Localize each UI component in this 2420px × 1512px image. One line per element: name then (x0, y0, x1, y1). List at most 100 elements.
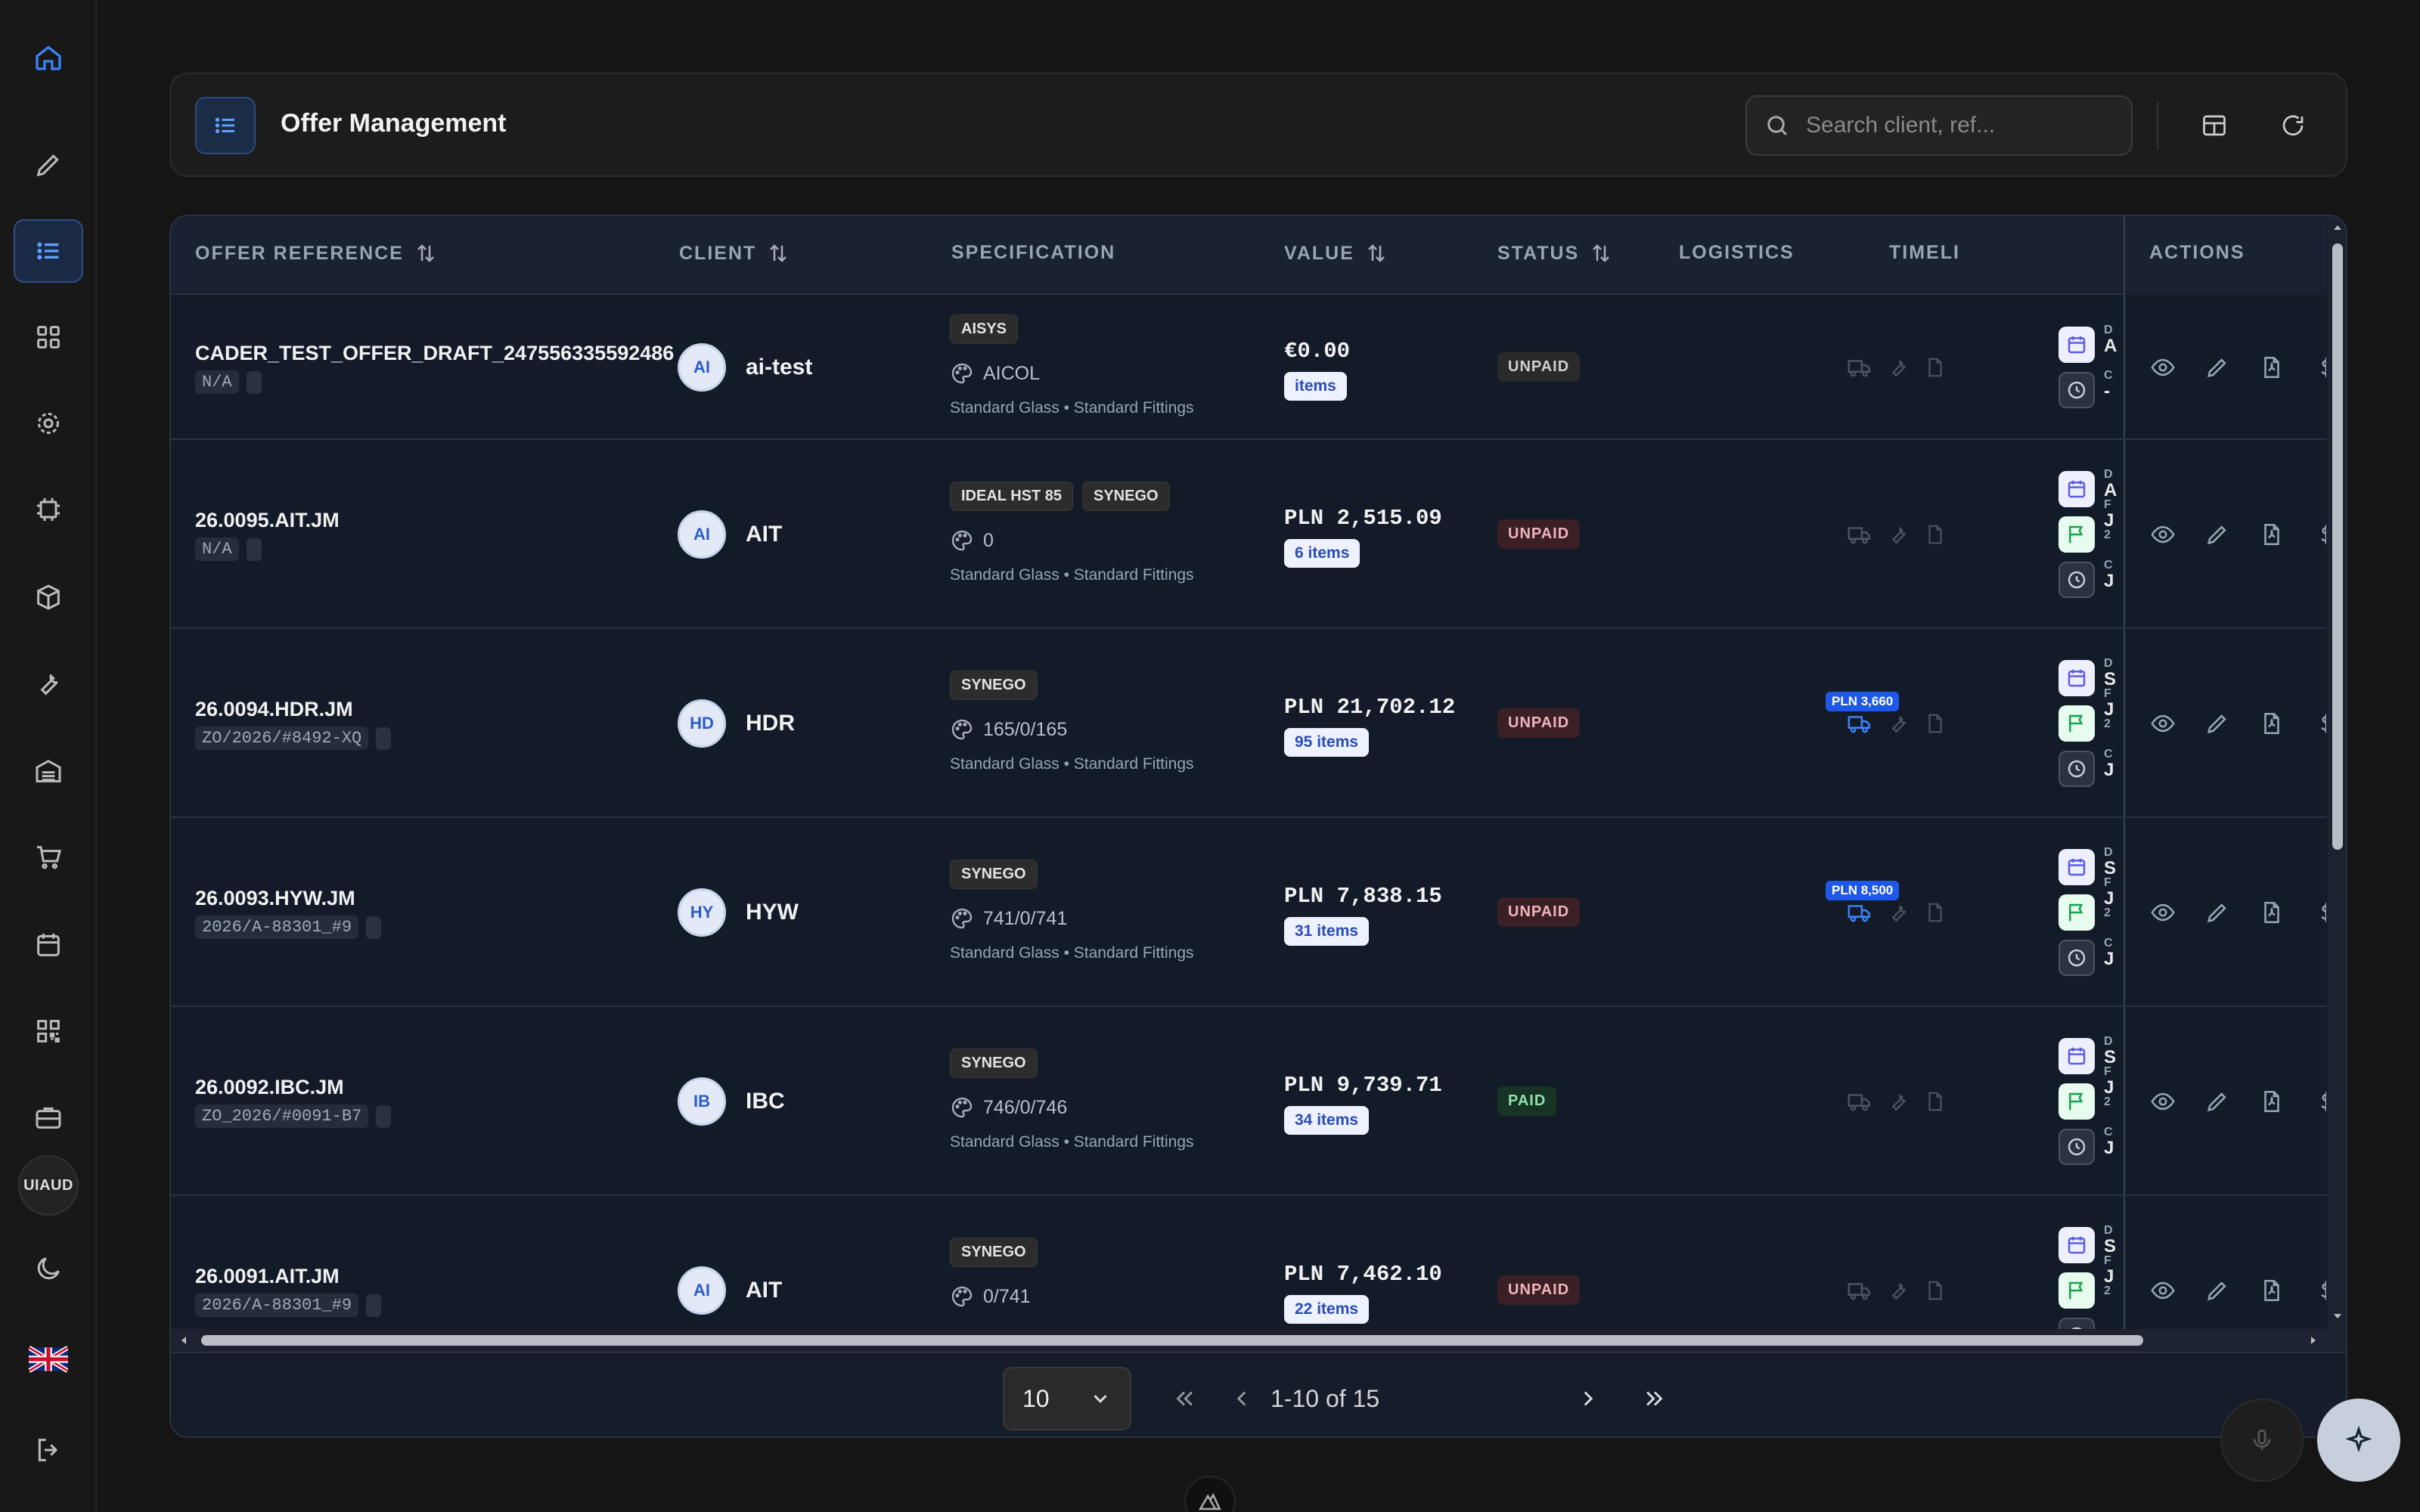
chip-icon[interactable] (14, 478, 83, 541)
client-name[interactable]: ai-test (746, 355, 812, 380)
page-size-select[interactable]: 10 (1003, 1367, 1131, 1430)
th-status[interactable]: STATUS (1497, 242, 1612, 265)
moon-icon[interactable] (14, 1237, 83, 1300)
truck-icon[interactable] (1847, 900, 1872, 925)
next-page-button[interactable] (1571, 1382, 1605, 1415)
org-switcher[interactable]: UIAUD (18, 1155, 79, 1216)
view-icon[interactable] (2146, 707, 2180, 740)
logout-icon[interactable] (14, 1418, 83, 1482)
pdf-icon[interactable] (2255, 896, 2288, 929)
th-value[interactable]: VALUE (1284, 242, 1388, 265)
payment-icon[interactable] (2310, 1274, 2326, 1307)
edit-icon[interactable] (2201, 351, 2234, 384)
last-page-button[interactable] (1638, 1382, 1671, 1415)
list-icon[interactable] (195, 97, 256, 154)
items-badge[interactable]: 95 items (1284, 728, 1370, 757)
edit-icon[interactable] (2201, 1085, 2234, 1118)
pdf-icon[interactable] (2255, 1274, 2288, 1307)
truck-icon[interactable] (1847, 1089, 1872, 1114)
table-row[interactable]: 26.0092.IBC.JM ZO_2026/#0091-B7 IB IBC SYNEG… (171, 1007, 2326, 1196)
sort-icon[interactable] (1590, 242, 1612, 265)
voice-button[interactable] (2220, 1399, 2304, 1482)
uk-flag-icon[interactable] (29, 1346, 68, 1373)
wrench-icon[interactable] (1886, 900, 1910, 925)
client-name[interactable]: AIT (746, 1278, 782, 1303)
vertical-scroll-thumb[interactable] (2332, 243, 2343, 850)
warehouse-icon[interactable] (14, 739, 83, 803)
table-row[interactable]: 26.0095.AIT.JM N/A AI AIT IDEAL HST 85 SYNEGO… (171, 440, 2326, 629)
sort-icon[interactable] (767, 242, 790, 265)
qr-icon[interactable] (14, 999, 83, 1063)
pdf-icon[interactable] (2255, 518, 2288, 551)
wrench-icon[interactable] (1886, 711, 1910, 736)
view-icon[interactable] (2146, 351, 2180, 384)
th-client[interactable]: CLIENT (679, 242, 790, 265)
search-input[interactable] (1806, 113, 2108, 138)
pdf-icon[interactable] (2255, 707, 2288, 740)
wrench-icon[interactable] (1886, 522, 1910, 547)
payment-icon[interactable] (2310, 707, 2326, 740)
payment-icon[interactable] (2310, 518, 2326, 551)
client-name[interactable]: IBC (746, 1089, 785, 1114)
view-icon[interactable] (2146, 896, 2180, 929)
offer-reference[interactable]: 26.0092.IBC.JM (195, 1076, 344, 1099)
document-icon[interactable] (1924, 523, 1947, 546)
home-icon[interactable] (14, 26, 83, 89)
payment-icon[interactable] (2310, 1085, 2326, 1118)
table-row[interactable]: 26.0093.HYW.JM 2026/A-88301_#9 HY HYW SYNEGO… (171, 818, 2326, 1007)
calendar-icon[interactable] (14, 913, 83, 977)
items-badge[interactable]: items (1284, 372, 1347, 401)
refresh-icon[interactable] (2269, 101, 2317, 150)
search-box[interactable] (1745, 95, 2133, 156)
prev-page-button[interactable] (1225, 1382, 1258, 1415)
ai-assistant-button[interactable] (2317, 1399, 2400, 1482)
pdf-icon[interactable] (2255, 351, 2288, 384)
th-offer-reference[interactable]: OFFER REFERENCE (195, 242, 437, 265)
truck-icon[interactable] (1847, 1278, 1872, 1303)
payment-icon[interactable] (2310, 896, 2326, 929)
items-badge[interactable]: 6 items (1284, 539, 1360, 568)
gear-icon[interactable] (14, 392, 83, 455)
edit-icon[interactable] (2201, 896, 2234, 929)
offer-reference[interactable]: 26.0094.HDR.JM (195, 698, 353, 721)
items-badge[interactable]: 34 items (1284, 1106, 1370, 1135)
offer-reference[interactable]: 26.0095.AIT.JM (195, 509, 340, 532)
pdf-icon[interactable] (2255, 1085, 2288, 1118)
document-icon[interactable] (1924, 356, 1947, 379)
payment-icon[interactable] (2310, 351, 2326, 384)
sort-icon[interactable] (1365, 242, 1388, 265)
sort-icon[interactable] (414, 242, 437, 265)
view-icon[interactable] (2146, 1085, 2180, 1118)
truck-icon[interactable] (1847, 711, 1872, 736)
edit-icon[interactable] (2201, 1274, 2234, 1307)
wrench-icon[interactable] (1886, 1089, 1910, 1114)
table-view-icon[interactable] (2190, 101, 2238, 150)
horizontal-scrollbar[interactable] (171, 1329, 2346, 1352)
document-icon[interactable] (1924, 712, 1947, 735)
cart-icon[interactable] (14, 826, 83, 889)
table-row[interactable]: 26.0094.HDR.JM ZO/2026/#8492-XQ HD HDR SYNEG… (171, 629, 2326, 818)
box-icon[interactable] (14, 565, 83, 629)
client-name[interactable]: AIT (746, 522, 782, 547)
list-icon[interactable] (14, 219, 83, 283)
grid-icon[interactable] (14, 305, 83, 369)
wrench-icon[interactable] (14, 652, 83, 715)
devtools-icon[interactable] (1184, 1476, 1236, 1512)
document-icon[interactable] (1924, 1090, 1947, 1113)
vertical-scrollbar[interactable] (2328, 216, 2346, 1329)
first-page-button[interactable] (1168, 1382, 1201, 1415)
items-badge[interactable]: 22 items (1284, 1295, 1370, 1324)
truck-icon[interactable] (1847, 355, 1872, 380)
items-badge[interactable]: 31 items (1284, 917, 1370, 946)
pencil-icon[interactable] (14, 133, 83, 197)
briefcase-icon[interactable] (14, 1086, 83, 1149)
edit-icon[interactable] (2201, 518, 2234, 551)
truck-icon[interactable] (1847, 522, 1872, 547)
offer-reference[interactable]: 26.0091.AIT.JM (195, 1265, 340, 1288)
offer-reference[interactable]: CADER_TEST_OFFER_DRAFT_247556335592486 (195, 342, 674, 365)
wrench-icon[interactable] (1886, 355, 1910, 380)
document-icon[interactable] (1924, 901, 1947, 924)
wrench-icon[interactable] (1886, 1278, 1910, 1303)
view-icon[interactable] (2146, 1274, 2180, 1307)
horizontal-scroll-thumb[interactable] (201, 1335, 2143, 1346)
